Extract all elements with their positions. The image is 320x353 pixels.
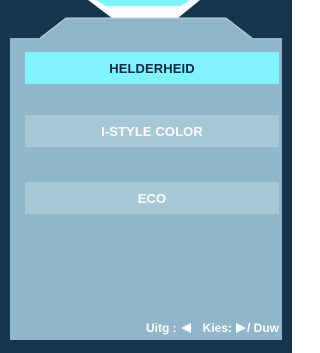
menu-item-label: HELDERHEID [109,60,195,76]
menu-item-label: I-STYLE COLOR [101,123,203,139]
select-hint-label: Kies: [202,321,232,335]
exit-hint-label: Uitg : [146,321,177,335]
osd-menu-window: HELDERHEID I-STYLE COLOR ECO Uitg : Kies… [0,0,292,353]
menu-item-i-style-color[interactable]: I-STYLE COLOR [25,115,279,147]
menu-item-label: ECO [137,190,167,206]
triangle-right-icon [236,323,246,333]
menu-item-eco[interactable]: ECO [25,182,279,214]
top-accent-strip [96,0,190,6]
push-hint-label: / Duw [247,321,279,335]
footer-hint-bar: Uitg : Kies: / Duw [146,318,279,338]
triangle-left-icon [180,323,191,333]
menu-item-helderheid[interactable]: HELDERHEID [25,52,279,84]
